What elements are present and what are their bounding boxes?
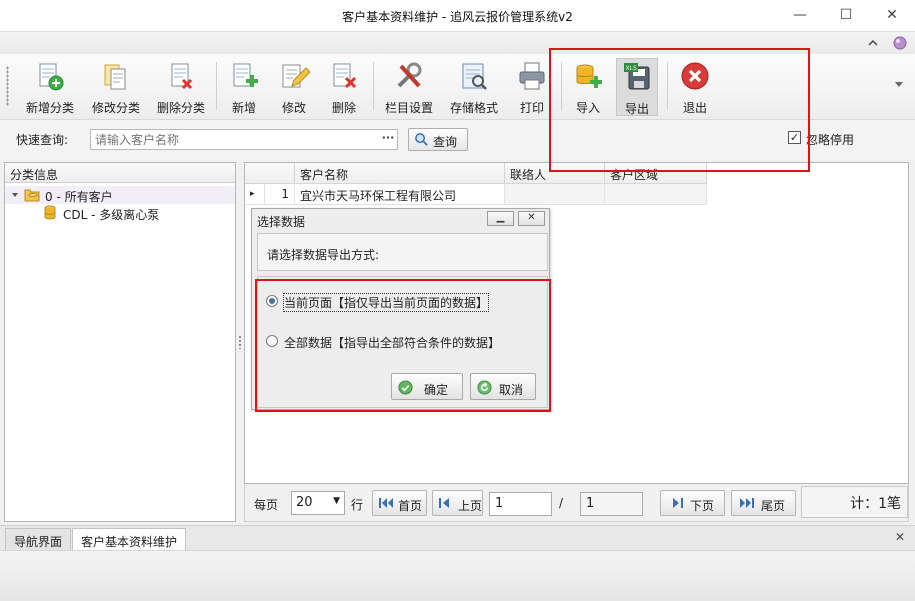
edit-category-icon [104,64,126,90]
toolbar-grip[interactable] [6,66,9,106]
table-cell-region[interactable] [605,184,707,205]
delete-icon [333,63,357,89]
search-icon [415,133,428,146]
next-page-icon [673,498,683,508]
last-page-button[interactable]: 尾页 [731,490,796,516]
document-tabs: 导航界面 客户基本资料维护 ✕ [0,525,915,550]
last-page-icon [740,498,754,508]
current-page-input[interactable]: 1 [489,492,552,516]
ok-button[interactable]: 确定 [391,373,463,400]
toolbar-separator [667,62,668,110]
printer-icon [519,62,545,90]
row-indicator: ▸ [245,184,265,205]
dialog-prompt-group: 请选择数据导出方式: [257,233,548,271]
search-bar: 快速查询: ··· 查询 ✓ 忽略停用 [0,120,915,160]
exit-icon [681,62,709,90]
category-panel-header: 分类信息 [5,163,235,183]
customer-search-input[interactable] [90,129,398,150]
database-icon [44,205,56,220]
ribbon-strip [0,32,915,54]
print-button[interactable]: 打印 [512,58,552,116]
tab-navigation[interactable]: 导航界面 [5,528,72,550]
first-page-button[interactable]: 首页 [372,490,427,516]
column-header-contact[interactable]: 联络人 [505,163,605,184]
search-ellipsis-button[interactable]: ··· [380,131,396,148]
query-button[interactable]: 查询 [408,128,468,151]
add-category-icon [39,63,64,91]
export-xls-icon: XLS [624,63,650,90]
export-button[interactable]: XLS 导出 [616,58,658,116]
export-options-group: 当前页面【指仅导出当前页面的数据】 全部数据【指导出全部符合条件的数据】 确定 … [257,276,548,408]
edit-category-button[interactable]: 修改分类 [88,58,144,116]
first-page-icon [379,498,393,508]
delete-category-icon [171,63,193,90]
rows-label: 行 [351,498,364,512]
delete-button[interactable]: 删除 [324,58,364,116]
cancel-button[interactable]: 取消 [470,373,536,400]
category-panel: 分类信息 0 - 所有客户 CDL - 多级离心泵 [4,162,236,522]
maximize-button[interactable]: ☐ [823,0,869,32]
svg-text:XLS: XLS [626,65,637,72]
tree-item-all-customers[interactable]: 0 - 所有客户 [5,186,235,204]
dialog-title: 选择数据 [257,215,306,229]
row-number: 1 [265,184,295,205]
total-pages-field: 1 [580,492,643,516]
save-format-button[interactable]: 存储格式 [446,58,502,116]
panel-splitter[interactable] [238,335,242,349]
toolbar-separator [561,62,562,110]
page-slash: / [559,496,564,510]
table-row[interactable]: 宜兴市天马环保工程有限公司 [295,184,505,205]
save-format-icon [462,63,487,90]
radio-selected-icon[interactable] [266,295,278,307]
edit-button[interactable]: 修改 [274,58,314,116]
skin-orb-icon[interactable] [893,36,907,50]
record-count: 计：1笔 [801,486,908,518]
search-label: 快速查询: [16,133,69,147]
check-icon [398,380,413,395]
toolbar: 新增分类 修改分类 删除分类 新增 修改 删除 栏目设置 存储格式 打印 导入 … [0,54,915,120]
folder-database-icon [24,189,40,202]
per-page-label: 每页 [254,498,279,512]
delete-category-button[interactable]: 删除分类 [153,58,209,116]
checkbox-box[interactable]: ✓ [788,131,801,144]
column-settings-button[interactable]: 栏目设置 [381,58,437,116]
radio-unselected-icon[interactable] [266,335,278,347]
exit-button[interactable]: 退出 [675,58,715,116]
toolbar-separator [216,62,217,110]
select-data-dialog: 选择数据 ▁ ✕ 请选择数据导出方式: 当前页面【指仅导出当前页面的数据】 全部… [251,208,550,410]
column-header-region[interactable]: 客户区域 [605,163,707,184]
tools-icon [397,62,422,88]
add-category-button[interactable]: 新增分类 [22,58,78,116]
import-button[interactable]: 导入 [568,58,608,116]
grid-corner-header [245,163,295,184]
add-icon [233,63,258,87]
minimize-button[interactable]: — [777,0,823,32]
chevron-down-icon[interactable] [11,191,19,199]
toolbar-separator [373,62,374,110]
next-page-button[interactable]: 下页 [660,490,725,516]
column-header-customer-name[interactable]: 客户名称 [295,163,505,184]
undo-icon [477,380,492,395]
close-tab-button[interactable]: ✕ [895,530,905,544]
add-button[interactable]: 新增 [224,58,264,116]
edit-icon [282,64,310,88]
dialog-close-button[interactable]: ✕ [518,211,545,226]
pager: 每页 20 ▼ 行 首页 上页 1 / 1 下页 尾页 计：1笔 [244,484,909,522]
tab-customer-maintenance[interactable]: 客户基本资料维护 [72,528,187,550]
chevron-down-icon: ▼ [333,496,340,506]
import-database-icon [576,64,602,88]
dialog-minimize-button[interactable]: ▁ [487,211,514,226]
prev-page-icon [439,498,449,508]
per-page-select[interactable]: 20 ▼ [291,491,345,515]
status-bar [0,550,915,601]
collapse-ribbon-icon[interactable] [866,36,880,50]
toolbar-overflow-icon[interactable] [895,82,903,88]
table-cell-contact[interactable] [505,184,605,205]
close-window-button[interactable]: ✕ [869,0,915,32]
dialog-prompt: 请选择数据导出方式: [267,248,380,262]
prev-page-button[interactable]: 上页 [432,490,483,516]
title-bar: 客户基本资料维护 - 追风云报价管理系统v2 — ☐ ✕ [0,0,915,32]
